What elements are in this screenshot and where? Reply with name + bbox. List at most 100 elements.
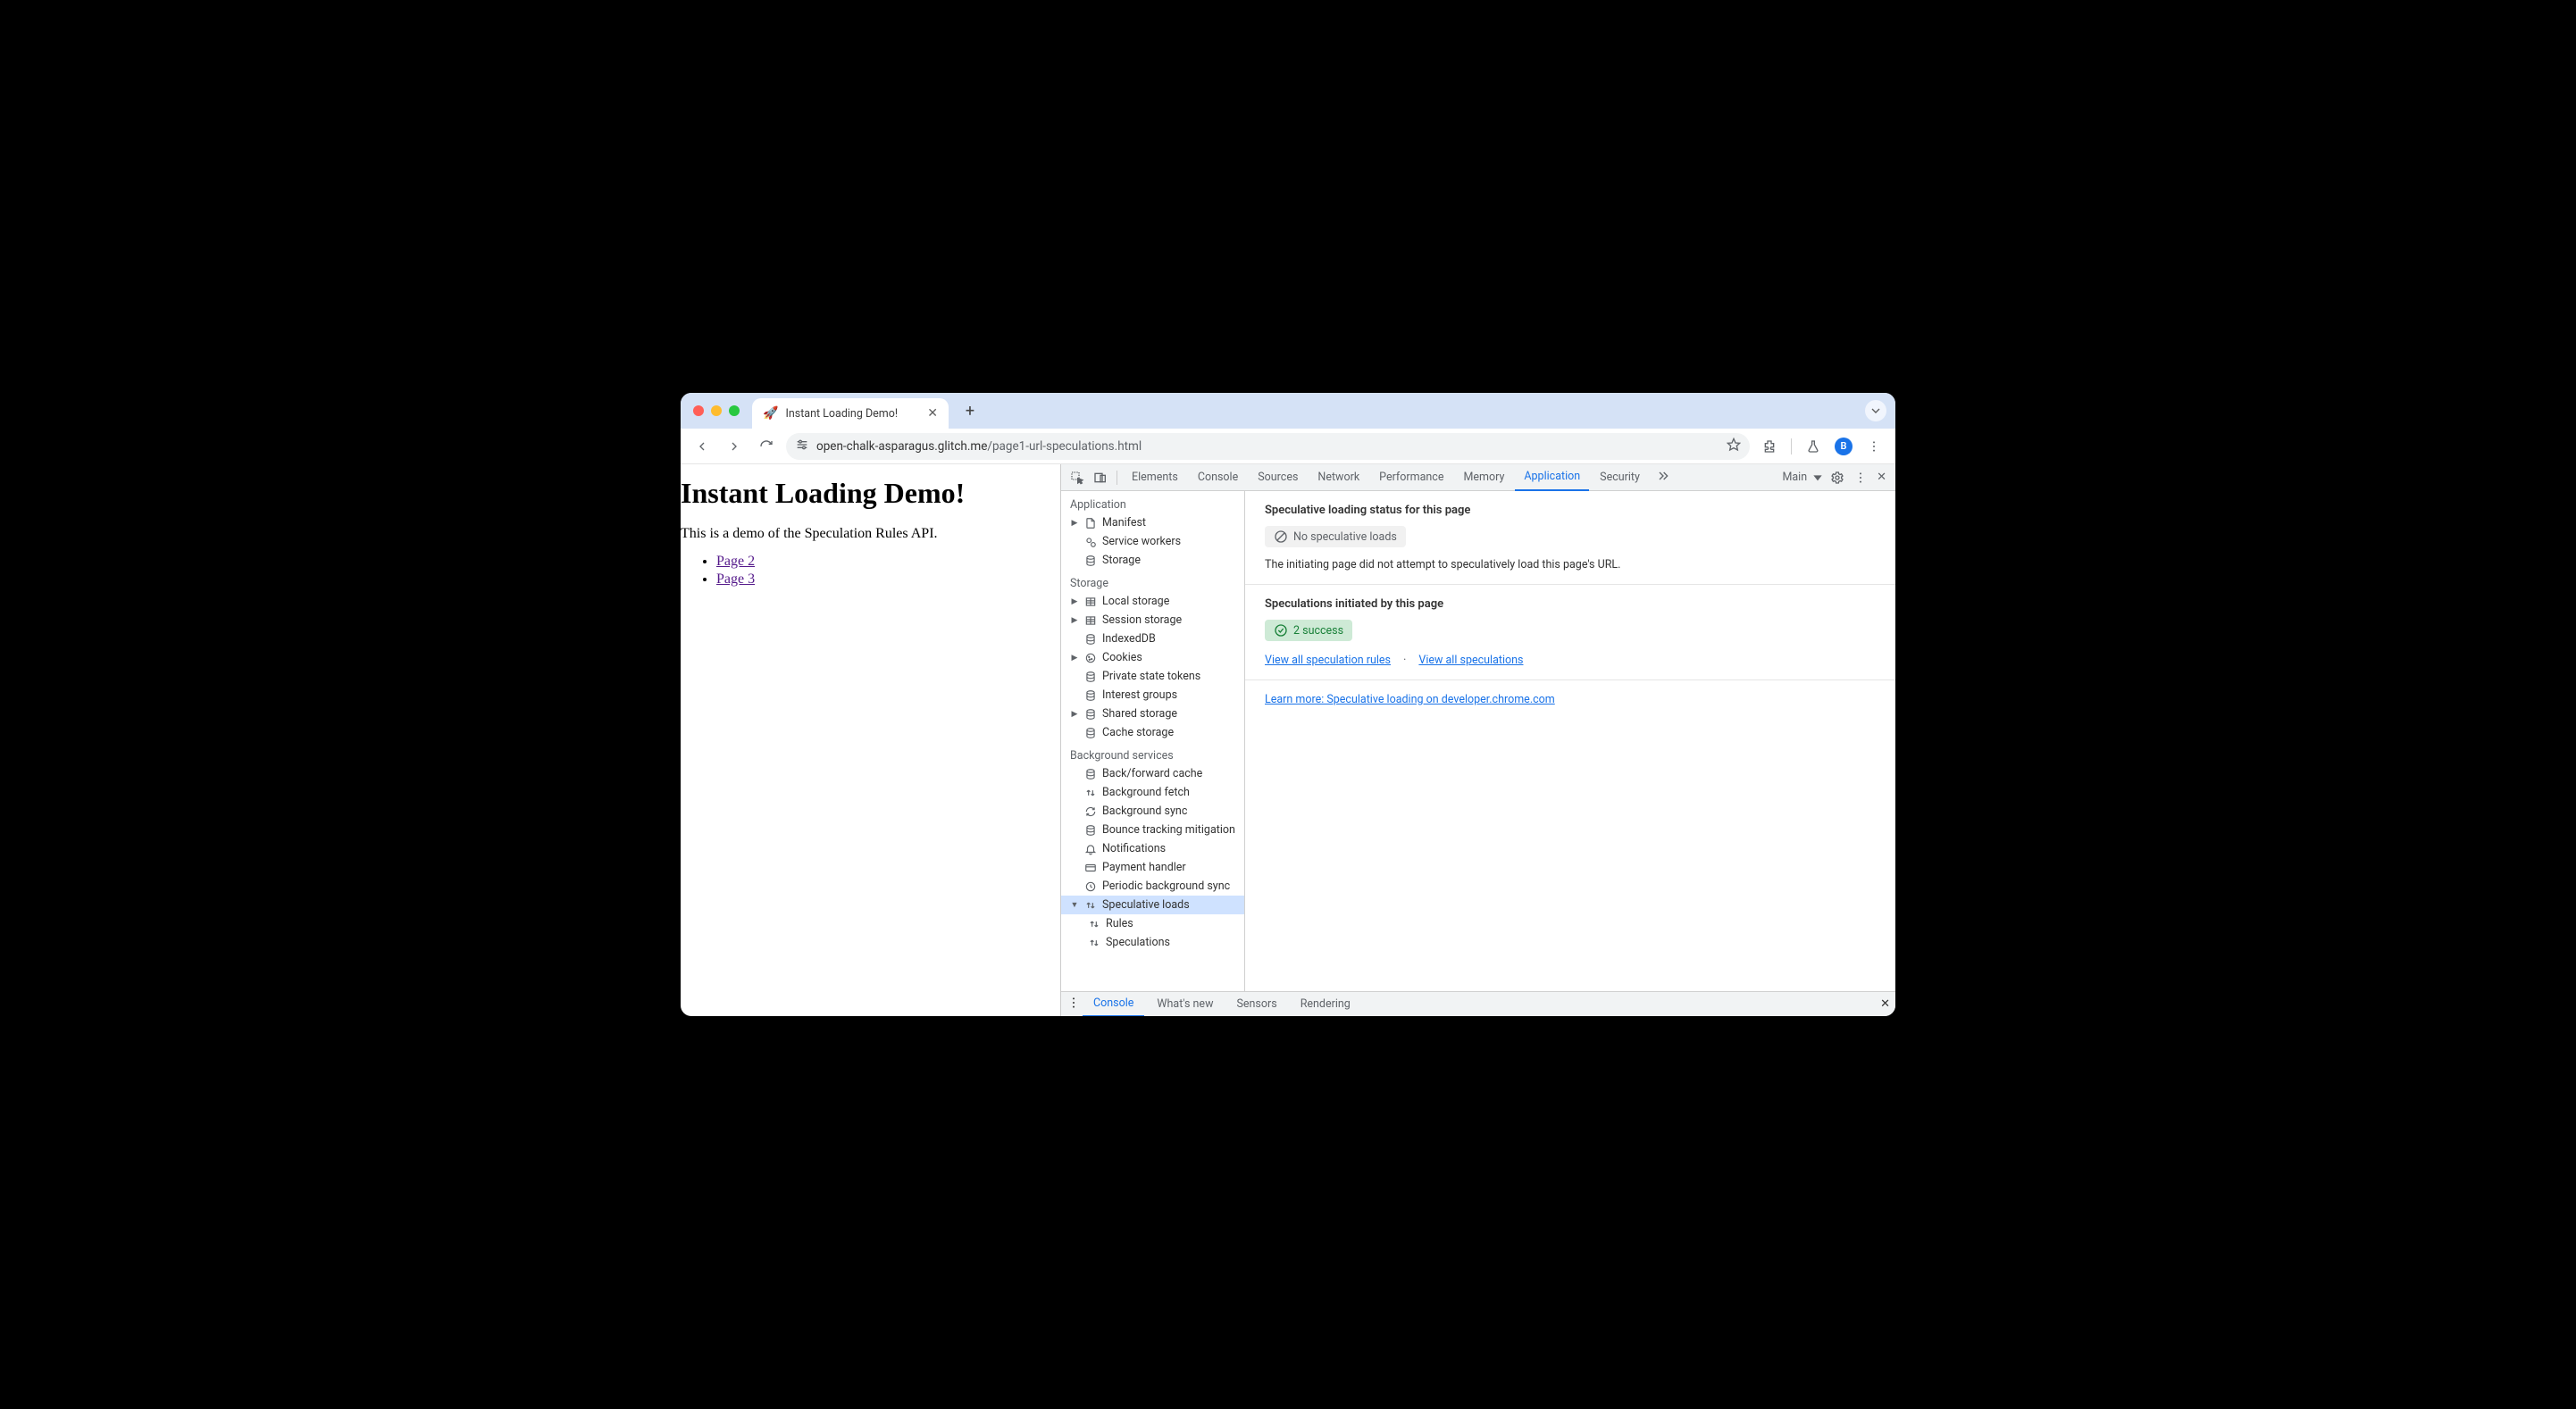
drawer-tab-rendering[interactable]: Rendering (1290, 992, 1361, 1017)
page-link[interactable]: Page 2 (716, 554, 755, 569)
application-main: Speculative loading status for this page… (1245, 491, 1895, 991)
devtools-tab-elements[interactable]: Elements (1123, 464, 1187, 491)
devtools-more-tabs-icon[interactable] (1651, 469, 1676, 487)
browser-menu-icon[interactable] (1861, 434, 1886, 459)
profile-avatar[interactable]: B (1835, 438, 1853, 455)
devtools-tabbar: Elements Console Sources Network Perform… (1061, 464, 1895, 491)
file-icon (1084, 517, 1097, 529)
drawer-close-icon[interactable]: ✕ (1880, 997, 1890, 1011)
sidebar-section-heading: Background services (1061, 742, 1244, 764)
check-circle-icon (1274, 623, 1288, 638)
view-all-speculations-link[interactable]: View all speculations (1418, 654, 1523, 667)
updown-icon (1084, 787, 1097, 799)
devtools-tab-console[interactable]: Console (1189, 464, 1247, 491)
back-button[interactable] (690, 434, 715, 459)
devtools-tab-sources[interactable]: Sources (1249, 464, 1307, 491)
new-tab-button[interactable]: + (958, 398, 983, 423)
drawer-tab-whatsnew[interactable]: What's new (1146, 992, 1224, 1017)
browser-tab[interactable]: 🚀 Instant Loading Demo! ✕ (752, 398, 949, 429)
initiated-heading: Speculations initiated by this page (1265, 597, 1876, 611)
sidebar-item-manifest[interactable]: ▶Manifest (1061, 513, 1244, 532)
sidebar-item-interest-groups[interactable]: Interest groups (1061, 686, 1244, 704)
page-link[interactable]: Page 3 (716, 571, 755, 587)
divider (1791, 438, 1792, 454)
link-row: View all speculation rules · View all sp… (1265, 654, 1876, 667)
sidebar-item-private-tokens[interactable]: Private state tokens (1061, 667, 1244, 686)
sidebar-item-notifications[interactable]: Notifications (1061, 839, 1244, 858)
devtools-tab-security[interactable]: Security (1591, 464, 1649, 491)
sidebar-item-indexeddb[interactable]: IndexedDB (1061, 629, 1244, 648)
devtools-panel: Elements Console Sources Network Perform… (1060, 464, 1895, 1016)
site-settings-icon[interactable] (795, 438, 809, 455)
updown-icon (1088, 918, 1100, 930)
sidebar-item-bounce-tracking[interactable]: Bounce tracking mitigation (1061, 821, 1244, 839)
forward-button[interactable] (722, 434, 747, 459)
status-heading: Speculative loading status for this page (1265, 504, 1876, 517)
browser-toolbar: open-chalk-asparagus.glitch.me/page1-url… (681, 429, 1895, 464)
sidebar-section-heading: Application (1061, 491, 1244, 513)
sidebar-item-bg-fetch[interactable]: Background fetch (1061, 783, 1244, 802)
view-all-rules-link[interactable]: View all speculation rules (1265, 654, 1391, 667)
reload-button[interactable] (754, 434, 779, 459)
tab-strip: 🚀 Instant Loading Demo! ✕ + (681, 393, 1895, 429)
database-icon (1084, 689, 1097, 702)
browser-window: 🚀 Instant Loading Demo! ✕ + open-chalk-a… (681, 393, 1895, 1016)
initiated-block: Speculations initiated by this page 2 su… (1245, 585, 1895, 680)
gear-icon (1084, 536, 1097, 548)
labs-icon[interactable] (1801, 434, 1826, 459)
status-text: The initiating page did not attempt to s… (1265, 558, 1876, 571)
tab-title: Instant Loading Demo! (785, 407, 920, 421)
drawer-menu-icon[interactable] (1066, 996, 1081, 1013)
window-controls (693, 405, 740, 416)
toolbar-right: B (1757, 434, 1886, 459)
device-toolbar-icon[interactable] (1090, 467, 1111, 488)
drawer-tab-console[interactable]: Console (1083, 992, 1144, 1017)
sidebar-item-speculations[interactable]: Speculations (1061, 933, 1244, 952)
learn-more-link[interactable]: Learn more: Speculative loading on devel… (1265, 693, 1555, 706)
devtools-target-select[interactable]: Main (1782, 471, 1825, 485)
close-window-button[interactable] (693, 405, 704, 416)
database-icon (1084, 708, 1097, 721)
devtools-settings-icon[interactable] (1827, 467, 1848, 488)
table-icon (1084, 596, 1097, 608)
address-bar[interactable]: open-chalk-asparagus.glitch.me/page1-url… (786, 433, 1750, 460)
minimize-window-button[interactable] (711, 405, 722, 416)
devtools-tab-application[interactable]: Application (1515, 464, 1589, 491)
sidebar-item-storage[interactable]: Storage (1061, 551, 1244, 570)
sidebar-item-shared-storage[interactable]: ▶Shared storage (1061, 704, 1244, 723)
devtools-menu-icon[interactable] (1850, 467, 1871, 488)
bell-icon (1084, 843, 1097, 855)
learn-more-block: Learn more: Speculative loading on devel… (1245, 680, 1895, 719)
sidebar-item-session-storage[interactable]: ▶Session storage (1061, 611, 1244, 629)
status-block: Speculative loading status for this page… (1245, 491, 1895, 585)
bookmark-icon[interactable] (1727, 438, 1741, 455)
sidebar-item-service-workers[interactable]: Service workers (1061, 532, 1244, 551)
sidebar-item-speculative-loads[interactable]: ▼Speculative loads (1061, 896, 1244, 914)
sidebar-item-cache-storage[interactable]: Cache storage (1061, 723, 1244, 742)
table-icon (1084, 614, 1097, 627)
extensions-icon[interactable] (1757, 434, 1782, 459)
sidebar-item-rules[interactable]: Rules (1061, 914, 1244, 933)
page-link-list: Page 2 Page 3 (681, 553, 1060, 588)
sidebar-item-payment-handler[interactable]: Payment handler (1061, 858, 1244, 877)
database-icon (1084, 633, 1097, 646)
drawer-tab-sensors[interactable]: Sensors (1225, 992, 1287, 1017)
devtools-close-icon[interactable]: ✕ (1873, 471, 1890, 484)
cookie-icon (1084, 652, 1097, 664)
tabs-menu-button[interactable] (1865, 400, 1886, 421)
tab-close-icon[interactable]: ✕ (927, 406, 938, 421)
sidebar-item-periodic-sync[interactable]: Periodic background sync (1061, 877, 1244, 896)
sidebar-item-bg-sync[interactable]: Background sync (1061, 802, 1244, 821)
sidebar-item-cookies[interactable]: ▶Cookies (1061, 648, 1244, 667)
database-icon (1084, 768, 1097, 780)
devtools-tab-performance[interactable]: Performance (1370, 464, 1452, 491)
devtools-tab-network[interactable]: Network (1309, 464, 1368, 491)
inspect-element-icon[interactable] (1066, 467, 1088, 488)
sidebar-item-bf-cache[interactable]: Back/forward cache (1061, 764, 1244, 783)
devtools-tab-memory[interactable]: Memory (1454, 464, 1513, 491)
sidebar-item-local-storage[interactable]: ▶Local storage (1061, 592, 1244, 611)
database-icon (1084, 671, 1097, 683)
content-area: Instant Loading Demo! This is a demo of … (681, 464, 1895, 1016)
maximize-window-button[interactable] (729, 405, 740, 416)
sidebar-section-heading: Storage (1061, 570, 1244, 592)
